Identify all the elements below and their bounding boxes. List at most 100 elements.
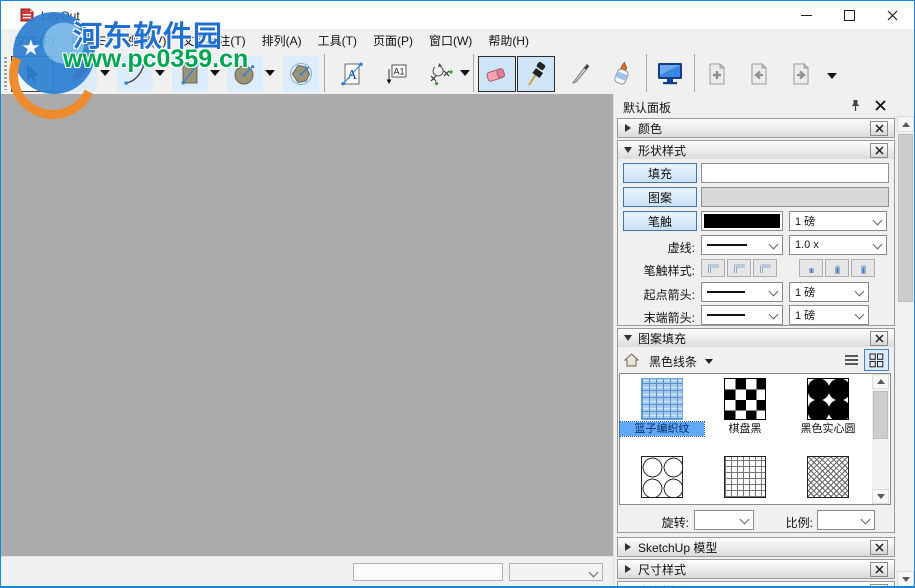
- scrollbar-thumb[interactable]: [873, 391, 888, 439]
- dimension-tool[interactable]: [422, 56, 458, 92]
- menu-item-edit[interactable]: 编辑(E): [62, 29, 118, 52]
- pattern-item-outline-circles[interactable]: [641, 456, 683, 498]
- list-view-button[interactable]: [841, 351, 861, 369]
- eraser-tool[interactable]: [478, 56, 516, 92]
- eyedropper-icon: [524, 61, 548, 87]
- stroke-color-swatch[interactable]: [701, 211, 783, 231]
- stroke-width-select[interactable]: 1 磅: [789, 211, 887, 231]
- menu-item-view[interactable]: 视图(V): [118, 29, 174, 52]
- chevron-down-icon: [769, 310, 779, 320]
- pattern-button[interactable]: 图案: [623, 187, 697, 207]
- home-button[interactable]: [621, 351, 641, 369]
- pattern-item-herringbone[interactable]: [807, 456, 849, 498]
- fill-button[interactable]: 填充: [623, 163, 697, 183]
- scale-select[interactable]: [817, 510, 875, 530]
- section-dimension-style-header[interactable]: 尺寸样式: [617, 559, 895, 579]
- pattern-item-black-solid-circles[interactable]: [807, 378, 849, 420]
- panel-scroll-down-button[interactable]: [897, 571, 914, 587]
- menu-item-file[interactable]: 文件(F): [7, 29, 62, 52]
- circle-tool[interactable]: [227, 56, 263, 92]
- measurement-field[interactable]: [353, 563, 503, 581]
- dash-scale-select[interactable]: 1.0 x: [789, 235, 887, 255]
- panel-scrollbar-thumb[interactable]: [898, 134, 913, 302]
- close-button[interactable]: [871, 1, 914, 29]
- add-page-button[interactable]: [699, 56, 735, 92]
- scroll-up-button[interactable]: [872, 374, 889, 389]
- panel-close-button[interactable]: [872, 97, 888, 113]
- section-dimension-style-close-button[interactable]: [870, 562, 888, 577]
- rectangle-tool[interactable]: [172, 56, 208, 92]
- join-miter-button[interactable]: [701, 259, 725, 277]
- section-shape-style-header[interactable]: 形状样式: [617, 140, 895, 160]
- menu-item-pages[interactable]: 页面(P): [365, 29, 421, 52]
- menu-item-window[interactable]: 窗口(W): [421, 29, 480, 52]
- pattern-library-dropdown[interactable]: 黑色线条: [649, 352, 713, 370]
- circle-tool-dropdown[interactable]: [265, 70, 275, 76]
- rectangle-tool-dropdown[interactable]: [210, 70, 220, 76]
- toolbar-grip[interactable]: [4, 57, 7, 90]
- pattern-item-label[interactable]: 棋盘黑: [703, 422, 787, 436]
- pattern-color-swatch[interactable]: [701, 187, 889, 207]
- toolbar-overflow-dropdown[interactable]: [827, 73, 837, 79]
- title-bar: LayOut: [1, 1, 914, 29]
- menu-item-tools[interactable]: 工具(T): [310, 29, 365, 52]
- style-tool[interactable]: [517, 56, 555, 92]
- stroke-button[interactable]: 笔触: [623, 211, 697, 231]
- cap-square-button[interactable]: [851, 259, 875, 277]
- start-arrow-style-select[interactable]: [701, 282, 783, 302]
- section-colors-close-button[interactable]: [870, 121, 888, 136]
- menu-item-arrange[interactable]: 排列(A): [254, 29, 310, 52]
- app-icon: [19, 7, 35, 23]
- start-presentation-tool[interactable]: [651, 56, 689, 92]
- select-arrow-icon: [20, 62, 44, 86]
- join-round-button[interactable]: [727, 259, 751, 277]
- document-canvas[interactable]: [1, 94, 613, 556]
- dash-style-select[interactable]: [701, 235, 783, 255]
- previous-page-button[interactable]: [741, 56, 777, 92]
- panel-pin-button[interactable]: [847, 97, 863, 113]
- end-arrow-style-select[interactable]: [701, 305, 783, 325]
- section-colors-header[interactable]: 颜色: [617, 118, 895, 138]
- arc-tool[interactable]: [117, 56, 153, 92]
- section-pattern-fill-header[interactable]: 图案填充: [617, 328, 895, 348]
- start-arrow-width-select[interactable]: 1 磅: [789, 282, 869, 302]
- menu-item-text-annotation[interactable]: 文字标注(T): [174, 29, 253, 52]
- section-sketchup-model-header[interactable]: SketchUp 模型: [617, 537, 895, 557]
- section-text-style-close-button[interactable]: [870, 584, 888, 588]
- end-arrow-width-select[interactable]: 1 磅: [789, 305, 869, 325]
- line-tool[interactable]: [61, 56, 97, 92]
- polygon-tool[interactable]: [283, 56, 319, 92]
- grid-view-button[interactable]: [864, 349, 889, 371]
- menu-item-help[interactable]: 帮助(H): [480, 29, 537, 52]
- label-tool[interactable]: A1: [379, 56, 411, 92]
- join-tool[interactable]: [604, 56, 642, 92]
- join-bevel-button[interactable]: [753, 259, 777, 277]
- section-shape-style-close-button[interactable]: [870, 143, 888, 158]
- fill-color-swatch[interactable]: [701, 163, 889, 183]
- minimize-button[interactable]: [785, 1, 828, 29]
- bevel-join-icon: [758, 262, 773, 274]
- cap-butt-button[interactable]: [799, 259, 823, 277]
- pattern-item-basket-weave-white[interactable]: [724, 456, 766, 498]
- pattern-item-label[interactable]: 黑色实心圆: [786, 422, 870, 436]
- next-page-button[interactable]: [783, 56, 819, 92]
- line-tool-dropdown[interactable]: [100, 70, 110, 76]
- cap-round-button[interactable]: [825, 259, 849, 277]
- dimension-tool-dropdown[interactable]: [460, 70, 470, 76]
- pattern-item-checkerboard-black[interactable]: [724, 378, 766, 420]
- rotation-select[interactable]: [694, 510, 754, 530]
- section-text-style-header[interactable]: 文字样式: [617, 581, 895, 588]
- text-tool[interactable]: A: [336, 56, 368, 92]
- scroll-down-button[interactable]: [872, 489, 889, 504]
- zoom-select[interactable]: [509, 563, 603, 581]
- glue-bottle-icon: [610, 61, 636, 87]
- maximize-button[interactable]: [828, 1, 871, 29]
- section-pattern-fill-close-button[interactable]: [870, 331, 888, 346]
- select-tool[interactable]: [11, 56, 53, 92]
- pattern-item-basket-weave-blue[interactable]: [641, 378, 683, 420]
- section-sketchup-model-close-button[interactable]: [870, 540, 888, 555]
- arc-tool-dropdown[interactable]: [155, 70, 165, 76]
- panel-scroll-up-button[interactable]: [897, 116, 914, 132]
- split-tool[interactable]: [563, 56, 599, 92]
- pattern-item-label[interactable]: 篮子编织纹: [620, 422, 704, 436]
